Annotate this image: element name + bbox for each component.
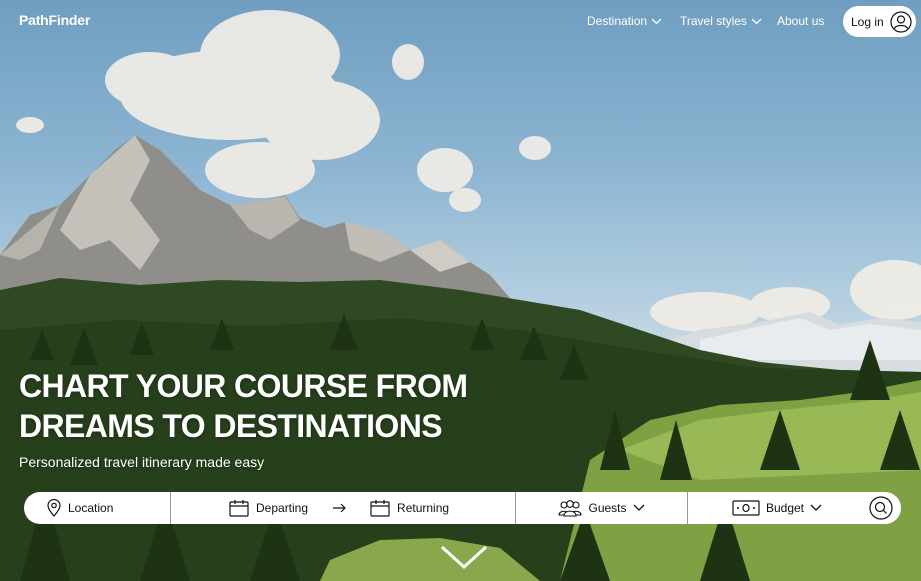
date-range-field: Departing Returning <box>171 492 515 524</box>
nav-about-us[interactable]: About us <box>777 14 824 28</box>
location-label: Location <box>68 501 114 515</box>
calendar-icon <box>229 500 249 517</box>
returning-label: Returning <box>397 501 450 515</box>
arrow-right-icon <box>333 503 346 513</box>
login-button[interactable]: Log in <box>843 6 916 37</box>
departing-field[interactable]: Departing <box>229 499 308 517</box>
login-label: Log in <box>851 14 884 29</box>
departing-label: Departing <box>256 501 309 515</box>
chevron-down-icon <box>751 18 762 24</box>
budget-label: Budget <box>765 501 805 515</box>
nav-travel-styles-label: Travel styles <box>680 14 747 28</box>
chevron-down-icon <box>651 18 662 24</box>
user-circle-icon <box>890 10 912 33</box>
brand-logo[interactable]: PathFinder <box>19 12 90 28</box>
nav-destination[interactable]: Destination <box>587 14 662 28</box>
banknote-icon <box>732 500 760 516</box>
budget-dropdown[interactable]: Budget <box>688 492 858 524</box>
calendar-icon <box>370 500 390 517</box>
hero-headline-line-2: DREAMS TO DESTINATIONS <box>19 408 443 444</box>
trip-search-bar: Location Departing Returning Guests Budg… <box>24 492 901 524</box>
scroll-down-chevron-icon[interactable] <box>440 545 488 571</box>
chevron-down-icon <box>633 504 644 511</box>
users-icon <box>558 500 583 517</box>
nav-about-us-label: About us <box>777 14 825 28</box>
chevron-down-icon <box>810 504 822 511</box>
guests-dropdown[interactable]: Guests <box>516 492 687 524</box>
map-pin-icon <box>47 499 61 517</box>
returning-field[interactable]: Returning <box>370 499 449 517</box>
hero-headline-line-1: CHART YOUR COURSE FROM <box>19 368 468 404</box>
hero-subheadline: Personalized travel itinerary made easy <box>19 454 265 470</box>
location-field[interactable]: Location <box>24 492 170 524</box>
top-navbar: PathFinder Destination Travel styles Abo… <box>0 0 921 42</box>
nav-destination-label: Destination <box>587 14 648 28</box>
nav-travel-styles[interactable]: Travel styles <box>680 14 762 28</box>
hero-headline: CHART YOUR COURSE FROM DREAMS TO DESTINA… <box>19 366 468 446</box>
guests-label: Guests <box>588 501 627 515</box>
search-icon[interactable] <box>869 496 893 520</box>
